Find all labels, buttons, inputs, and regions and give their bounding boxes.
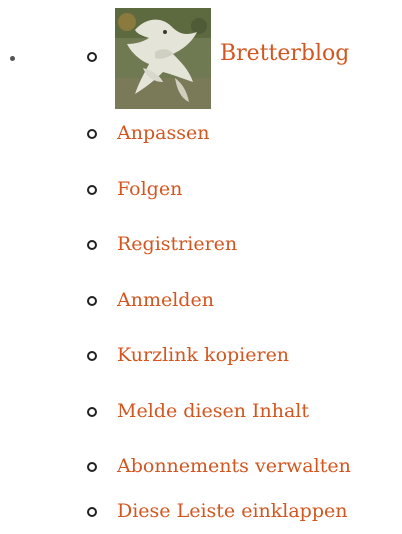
collapse-bar-link[interactable]: Diese Leiste einklappen: [117, 496, 347, 526]
menu-item-report-content: Melde diesen Inhalt: [0, 396, 402, 426]
list-bullet: [87, 129, 97, 139]
menu-item-collapse-bar: Diese Leiste einklappen: [0, 496, 402, 526]
admin-bar-menu: Anpassen Folgen Registrieren Anmelden Ku…: [0, 0, 402, 534]
list-bullet: [87, 462, 97, 472]
menu-item-follow: Folgen: [0, 174, 402, 204]
follow-link[interactable]: Folgen: [117, 174, 182, 204]
list-bullet: [87, 240, 97, 250]
menu-item-manage-subscriptions: Abonnements verwalten: [0, 451, 402, 481]
manage-subscriptions-link[interactable]: Abonnements verwalten: [117, 451, 351, 481]
report-content-link[interactable]: Melde diesen Inhalt: [117, 396, 309, 426]
customize-link[interactable]: Anpassen: [117, 118, 209, 148]
login-link[interactable]: Anmelden: [117, 285, 214, 315]
list-bullet: [87, 407, 97, 417]
register-link[interactable]: Registrieren: [117, 229, 237, 259]
copy-shortlink-link[interactable]: Kurzlink kopieren: [117, 340, 289, 370]
list-bullet: [87, 351, 97, 361]
list-bullet: [87, 296, 97, 306]
menu-item-register: Registrieren: [0, 229, 402, 259]
menu-item-copy-shortlink: Kurzlink kopieren: [0, 340, 402, 370]
menu-item-login: Anmelden: [0, 285, 402, 315]
list-bullet: [87, 507, 97, 517]
menu-item-customize: Anpassen: [0, 118, 402, 148]
list-bullet: [87, 185, 97, 195]
